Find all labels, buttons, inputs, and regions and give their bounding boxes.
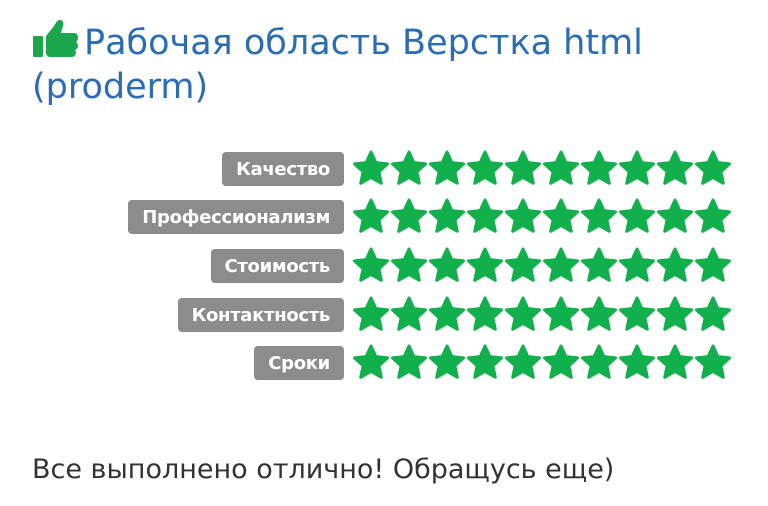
star-icon [352, 198, 390, 236]
rating-row-deadlines: Сроки [0, 344, 768, 384]
rating-stars [352, 150, 732, 190]
rating-stars [352, 296, 732, 336]
star-icon [618, 296, 656, 334]
star-icon [466, 344, 504, 382]
rating-row-contact: Контактность [0, 296, 768, 336]
star-icon [466, 198, 504, 236]
star-icon [542, 198, 580, 236]
star-icon [542, 150, 580, 188]
star-icon [504, 296, 542, 334]
star-icon [694, 198, 732, 236]
star-icon [694, 247, 732, 285]
star-icon [656, 247, 694, 285]
review-comment: Все выполнено отлично! Обращусь еще) [32, 454, 615, 485]
star-icon [694, 150, 732, 188]
star-icon [694, 344, 732, 382]
star-icon [428, 296, 466, 334]
rating-label: Контактность [177, 298, 344, 332]
rating-stars [352, 198, 732, 238]
rating-label: Профессионализм [128, 200, 344, 234]
star-icon [656, 150, 694, 188]
star-icon [504, 247, 542, 285]
review-title-text: Рабочая область Верстка html (proderm) [32, 23, 643, 107]
star-icon [656, 344, 694, 382]
star-icon [390, 198, 428, 236]
star-icon [656, 198, 694, 236]
star-icon [618, 247, 656, 285]
rating-row-professionalism: Профессионализм [0, 198, 768, 238]
star-icon [428, 247, 466, 285]
star-icon [504, 344, 542, 382]
rating-row-quality: Качество [0, 150, 768, 190]
star-icon [504, 150, 542, 188]
star-icon [656, 296, 694, 334]
rating-stars [352, 247, 732, 287]
rating-row-cost: Стоимость [0, 247, 768, 287]
rating-label: Сроки [254, 346, 344, 380]
star-icon [352, 296, 390, 334]
review-title: Рабочая область Верстка html (proderm) [32, 20, 732, 109]
star-icon [352, 150, 390, 188]
star-icon [580, 198, 618, 236]
star-icon [390, 150, 428, 188]
star-icon [428, 344, 466, 382]
star-icon [428, 198, 466, 236]
star-icon [580, 344, 618, 382]
star-icon [504, 198, 542, 236]
star-icon [466, 247, 504, 285]
rating-stars [352, 344, 732, 384]
star-icon [618, 198, 656, 236]
star-icon [694, 296, 732, 334]
star-icon [580, 247, 618, 285]
star-icon [618, 344, 656, 382]
star-icon [352, 247, 390, 285]
star-icon [618, 150, 656, 188]
rating-label: Стоимость [210, 249, 344, 283]
star-icon [542, 296, 580, 334]
thumbs-up-icon [32, 20, 78, 58]
star-icon [466, 150, 504, 188]
star-icon [352, 344, 390, 382]
star-icon [390, 247, 428, 285]
star-icon [542, 344, 580, 382]
star-icon [580, 150, 618, 188]
star-icon [542, 247, 580, 285]
star-icon [428, 150, 466, 188]
star-icon [390, 344, 428, 382]
star-icon [390, 296, 428, 334]
star-icon [466, 296, 504, 334]
rating-label: Качество [222, 152, 344, 186]
star-icon [580, 296, 618, 334]
